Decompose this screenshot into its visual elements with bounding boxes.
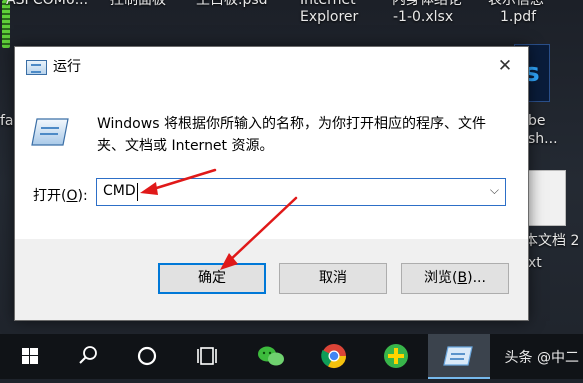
app-taskbar-button[interactable] (373, 334, 419, 379)
cortana-button[interactable] (124, 334, 170, 379)
desktop-icon-label[interactable]: sh... (528, 130, 558, 148)
ok-button[interactable]: 确定 (158, 263, 266, 294)
desktop-icon-label[interactable]: ASPCOM6... (6, 0, 88, 9)
text-caret (137, 183, 138, 201)
cancel-button[interactable]: 取消 (279, 263, 387, 294)
desktop-icon-label[interactable]: 本文档 2 (524, 232, 579, 250)
chrome-icon (321, 344, 346, 369)
dialog-titlebar[interactable]: 运行 ✕ (15, 47, 528, 85)
open-label: 打开(O): (33, 188, 88, 204)
start-button[interactable] (6, 334, 52, 379)
open-combobox[interactable]: CMD ⌵ (96, 178, 506, 206)
wechat-taskbar-button[interactable] (248, 334, 294, 379)
windows-logo-icon (22, 348, 38, 364)
desktop-icon-label[interactable]: 1.pdf (500, 8, 536, 26)
browse-button[interactable]: 浏览(B)... (401, 263, 509, 294)
command-input[interactable]: CMD (103, 183, 136, 199)
task-view-button[interactable] (184, 334, 230, 379)
chrome-taskbar-button[interactable] (311, 334, 357, 379)
taskbar: 头条 @中二 (0, 334, 583, 379)
desktop-icon-label[interactable]: Explorer (300, 8, 358, 26)
run-dialog: 运行 ✕ Windows 将根据你所输入的名称，为你打开相应的程序、文件夹、文档… (14, 46, 529, 321)
text-document-icon[interactable] (524, 170, 566, 226)
button-bar: 确定 取消 浏览(B)... (15, 239, 528, 320)
run-icon (443, 346, 473, 366)
task-view-icon (197, 347, 217, 365)
run-program-icon (31, 118, 69, 146)
dialog-description: Windows 将根据你所输入的名称，为你打开相应的程序、文件夹、文档或 Int… (97, 116, 486, 154)
search-button[interactable] (64, 334, 110, 379)
dialog-title: 运行 (53, 59, 81, 75)
watermark: 头条 @中二 (504, 350, 579, 366)
desktop-icon-label[interactable]: be (528, 112, 546, 130)
wechat-icon (258, 346, 284, 366)
close-icon: ✕ (497, 56, 513, 76)
chevron-down-icon[interactable]: ⌵ (490, 183, 499, 198)
desktop-icon-label[interactable]: -1-0.xlsx (393, 8, 453, 26)
close-button[interactable]: ✕ (482, 47, 528, 85)
run-taskbar-button[interactable] (428, 334, 490, 379)
desktop-icon-label[interactable]: 主白板.psd (196, 0, 268, 9)
run-icon (26, 60, 47, 75)
desktop-icon-label[interactable]: xt (528, 254, 542, 272)
cortana-icon (137, 346, 157, 366)
desktop-icon-label[interactable]: 控制面板 (110, 0, 166, 9)
desktop-icon-label[interactable]: fa (0, 112, 14, 130)
search-icon (79, 346, 97, 364)
green-plus-app-icon (384, 344, 408, 368)
